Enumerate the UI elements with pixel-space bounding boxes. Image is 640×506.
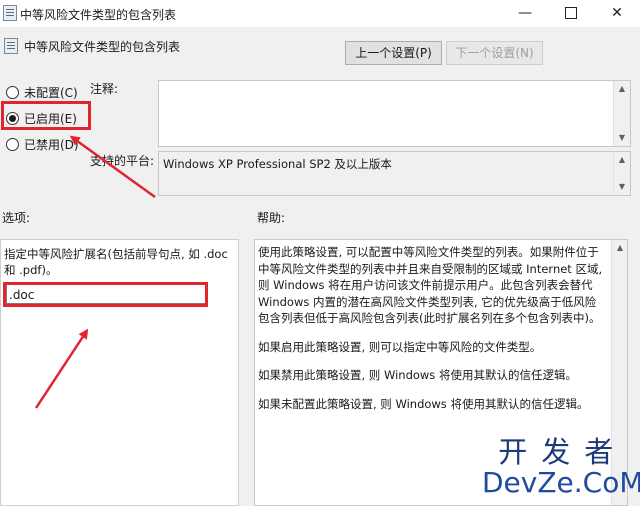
watermark-top: 开发者 bbox=[498, 435, 628, 469]
watermark-bottom: DevZe.CoM bbox=[482, 466, 640, 499]
annotation-arrows bbox=[34, 135, 156, 409]
watermark: 开发者 DevZe.CoM bbox=[482, 436, 640, 498]
arrow-to-enabled bbox=[69, 135, 156, 199]
arrow-to-extension bbox=[34, 328, 89, 409]
